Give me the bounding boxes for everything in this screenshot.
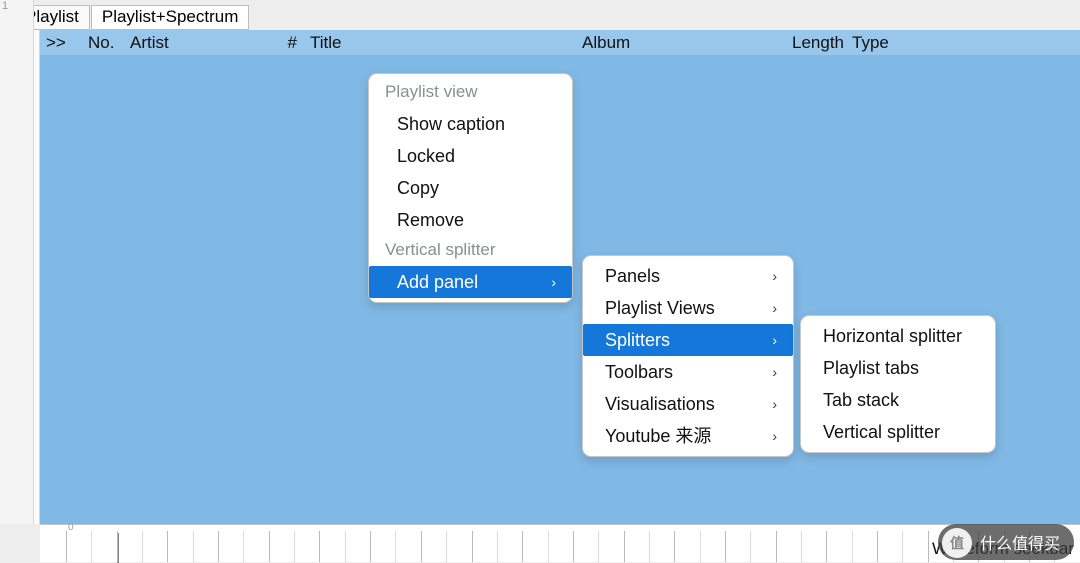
splitters-item-horizontal[interactable]: Horizontal splitter [801, 320, 995, 352]
menu-item-add-panel[interactable]: Add panel › [369, 266, 572, 298]
splitters-item-tab-stack[interactable]: Tab stack [801, 384, 995, 416]
seekbar-grid [66, 531, 1080, 562]
chevron-right-icon: › [772, 392, 777, 416]
submenu-item-panels[interactable]: Panels› [583, 260, 793, 292]
chevron-right-icon: › [772, 424, 777, 448]
col-track-no[interactable]: # [274, 31, 304, 55]
col-length[interactable]: Length [786, 31, 846, 55]
submenu-item-splitters[interactable]: Splitters› [583, 324, 793, 356]
watermark-badge-icon: 值 [942, 528, 972, 558]
menu-item-remove[interactable]: Remove [369, 204, 572, 236]
submenu-item-toolbars[interactable]: Toolbars› [583, 356, 793, 388]
col-playing[interactable]: >> [40, 31, 82, 55]
playlist-column-header: >> No. Artist # Title Album Length Type [40, 30, 1080, 55]
tab-playlist-spectrum[interactable]: Playlist+Spectrum [91, 5, 250, 30]
submenu-add-panel: Panels› Playlist Views› Splitters› Toolb… [582, 255, 794, 457]
menu-item-locked[interactable]: Locked [369, 140, 572, 172]
watermark: 值 什么值得买 [938, 524, 1074, 560]
chevron-right-icon: › [772, 360, 777, 384]
waveform-seekbar[interactable]: 0 Waveform seekbar [40, 524, 1080, 562]
chevron-right-icon: › [772, 296, 777, 320]
menu-section-vertical-splitter: Vertical splitter [369, 236, 572, 266]
submenu-item-playlist-views[interactable]: Playlist Views› [583, 292, 793, 324]
col-artist[interactable]: Artist [124, 31, 274, 55]
splitters-item-vertical[interactable]: Vertical splitter [801, 416, 995, 448]
col-type[interactable]: Type [846, 31, 902, 55]
panel-tabs: Playlist Playlist+Spectrum [0, 5, 1080, 27]
col-title[interactable]: Title [304, 31, 576, 55]
chevron-right-icon: › [772, 328, 777, 352]
line-ruler: 1 [0, 0, 34, 524]
col-album[interactable]: Album [576, 31, 786, 55]
chevron-right-icon: › [772, 264, 777, 288]
watermark-text: 什么值得买 [980, 530, 1060, 554]
col-no[interactable]: No. [82, 31, 124, 55]
submenu-splitters: Horizontal splitter Playlist tabs Tab st… [800, 315, 996, 453]
splitters-item-playlist-tabs[interactable]: Playlist tabs [801, 352, 995, 384]
menu-item-copy[interactable]: Copy [369, 172, 572, 204]
submenu-item-youtube-source[interactable]: Youtube 来源› [583, 420, 793, 452]
menu-item-show-caption[interactable]: Show caption [369, 108, 572, 140]
submenu-item-visualisations[interactable]: Visualisations› [583, 388, 793, 420]
context-menu: Playlist view Show caption Locked Copy R… [368, 73, 573, 303]
chevron-right-icon: › [551, 270, 556, 294]
ruler-number: 1 [2, 0, 8, 12]
menu-section-playlist-view: Playlist view [369, 78, 572, 108]
